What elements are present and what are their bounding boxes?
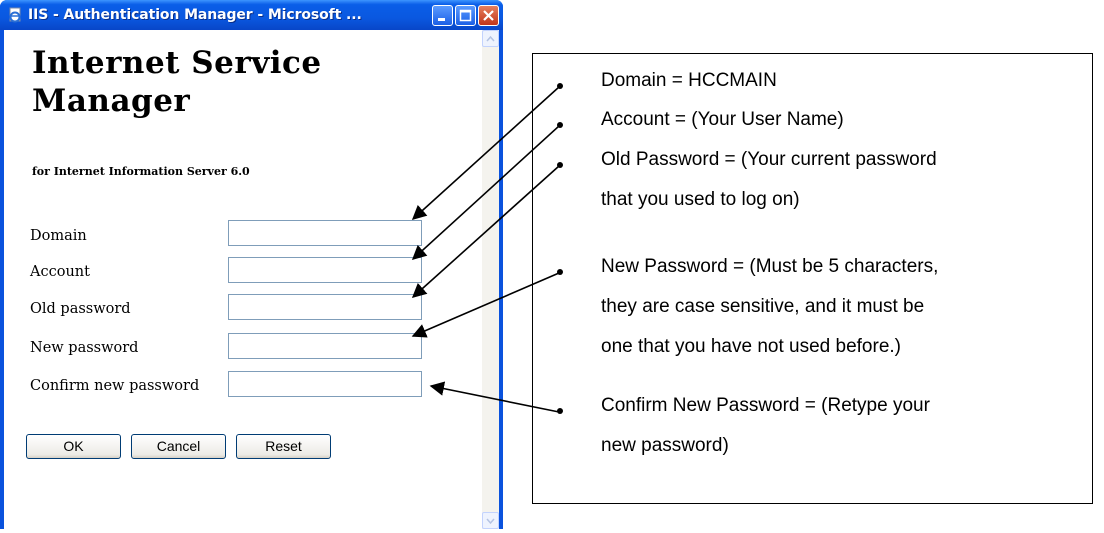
arrow-confirm-password bbox=[429, 381, 560, 413]
arrow-domain bbox=[411, 86, 560, 220]
arrow-old-password bbox=[411, 165, 560, 298]
callout-arrows bbox=[411, 86, 560, 413]
arrow-account bbox=[411, 125, 560, 260]
arrow-new-password bbox=[411, 272, 560, 338]
